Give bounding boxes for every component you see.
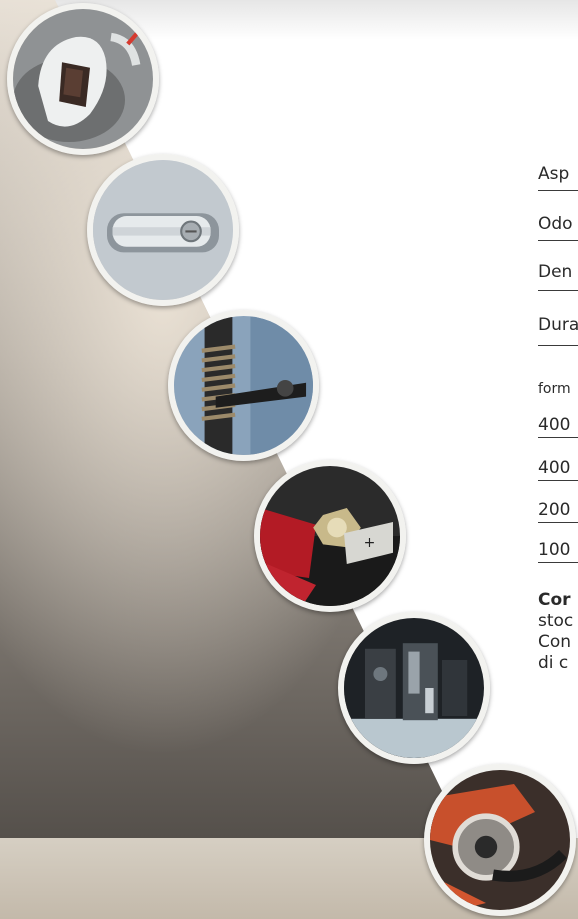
- property-appearance: Asp: [538, 164, 578, 191]
- format-item: 100: [538, 540, 578, 563]
- property-odor: Odo: [538, 214, 578, 241]
- format-item: 400: [538, 458, 578, 481]
- note-line: stoc: [538, 611, 574, 631]
- marine-engine-icon: [344, 618, 484, 758]
- white-grease-on-fitting-icon: [13, 9, 153, 149]
- battery-terminal-icon: +: [260, 466, 400, 606]
- format-item: 400: [538, 415, 578, 438]
- formats-heading: form: [538, 381, 571, 397]
- property-duration: Dura: [538, 315, 578, 346]
- photo-door-handle: [87, 154, 239, 306]
- photo-motorcycle-chain: [424, 764, 576, 916]
- note-paragraph: Cor stoc Con di c: [538, 590, 573, 674]
- photo-hose-clamp: [168, 310, 319, 461]
- photo-marine-engine: [338, 612, 490, 764]
- motorcycle-chain-icon: [430, 770, 570, 910]
- brochure-page: + Asp Odo Den Dura form 400 400 200 100 …: [0, 0, 578, 919]
- photo-grease-fitting: [7, 3, 159, 155]
- note-heading: Cor: [538, 590, 571, 610]
- note-line: Con: [538, 632, 572, 652]
- property-density: Den: [538, 262, 578, 291]
- note-line: di c: [538, 653, 569, 673]
- format-item: 200: [538, 500, 578, 523]
- engine-hose-clamp-icon: [174, 316, 313, 455]
- car-door-handle-icon: [93, 160, 233, 300]
- svg-text:+: +: [364, 535, 376, 551]
- photo-battery-terminal: +: [254, 460, 406, 612]
